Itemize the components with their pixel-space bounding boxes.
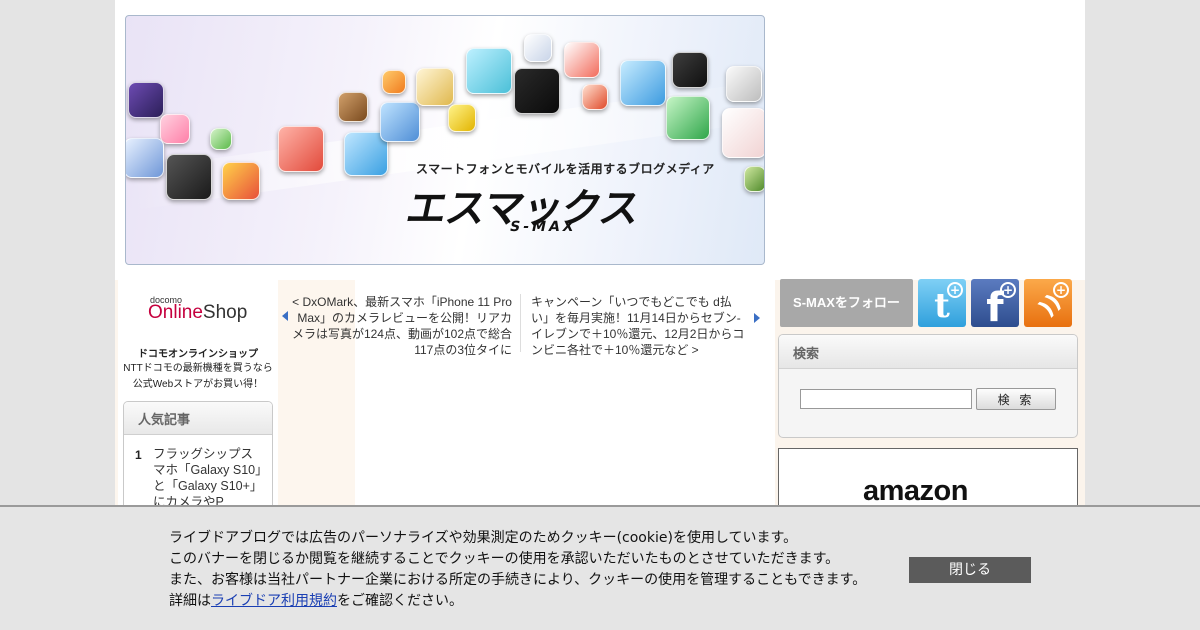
cookie-consent-banner: ライブドアブログでは広告のパーソナライズや効果測定のためクッキー(cookie)… (0, 505, 1200, 630)
app-icon-mail (126, 138, 164, 178)
docomo-promo-title[interactable]: ドコモオンラインショップ (118, 345, 278, 360)
search-widget: 検索 検 索 (778, 334, 1078, 438)
app-icon-leaf (744, 166, 764, 192)
app-icon-heart (722, 108, 764, 158)
popular-articles-heading: 人気記事 (124, 402, 272, 435)
app-icon-calendar (278, 126, 324, 172)
app-icon-sleep (672, 52, 708, 88)
app-icon-camera (726, 66, 762, 102)
banner-tagline: スマートフォンとモバイルを活用するブログメディア (416, 162, 715, 176)
plus-icon: + (1053, 282, 1069, 298)
docomo-promo-line: 公式Webストアがお買い得！ (132, 379, 264, 390)
search-heading: 検索 (779, 335, 1077, 369)
cookie-close-button[interactable]: 閉じる (909, 557, 1031, 583)
app-icon-wisdom (416, 68, 454, 106)
terms-of-service-link[interactable]: ライブドア利用規約 (211, 593, 337, 609)
app-icon-bird (582, 84, 608, 110)
app-icon-dots (166, 154, 212, 200)
popular-article-rank: 1 (135, 448, 142, 462)
app-icon-orange (382, 70, 406, 94)
app-icon-cube (222, 162, 260, 200)
cookie-line: 詳細はライブドア利用規約をご確認ください。 (169, 591, 889, 612)
app-icon-screen (666, 96, 710, 140)
app-icon-drum (564, 42, 600, 78)
app-icon-boy (380, 102, 420, 142)
site-header-banner[interactable]: スマートフォンとモバイルを活用するブログメディア エスマックス S-MAX (125, 15, 765, 265)
docomo-promo-text: NTTドコモの最新機種を買うなら 公式Webストアがお買い得！ (118, 361, 278, 393)
app-icon-pink (160, 114, 190, 144)
app-icon-green-small (210, 128, 232, 150)
app-icon-xe (128, 82, 164, 118)
popular-article-link[interactable]: フラッグシップスマホ「Galaxy S10」と「Galaxy S10+」にカメラ… (153, 446, 265, 510)
docomo-shop-wordmark: OnlineShop (148, 302, 247, 324)
popular-articles-widget: 人気記事 1 フラッグシップスマホ「Galaxy S10」と「Galaxy S1… (123, 401, 273, 521)
site-sublogo: S-MAX (508, 219, 579, 235)
twitter-follow-button[interactable]: t + (918, 279, 966, 327)
plus-icon: + (1000, 282, 1016, 298)
facebook-follow-button[interactable]: f + (971, 279, 1019, 327)
next-article-link[interactable]: キャンペーン「いつでもどこでも d払い」を毎月実施！11月14日からセブン‐イレ… (531, 294, 749, 358)
plus-icon: + (947, 282, 963, 298)
next-arrow-icon[interactable] (754, 313, 760, 323)
app-icon-wood (338, 92, 368, 122)
nav-divider (520, 294, 521, 352)
search-button[interactable]: 検 索 (976, 388, 1056, 410)
cookie-message: ライブドアブログでは広告のパーソナライズや効果測定のためクッキー(cookie)… (169, 528, 889, 612)
search-input[interactable] (800, 389, 972, 409)
cookie-line: このバナーを閉じるか閲覧を継続することでクッキーの使用を承認いただいたものとさせ… (169, 551, 840, 567)
docomo-online-text: Online (148, 302, 203, 323)
rss-follow-button[interactable]: )) + (1024, 279, 1072, 327)
prev-article-link[interactable]: < DxOMark、最新スマホ「iPhone 11 Pro Max」のカメラレビ… (291, 294, 512, 358)
amazon-logo: amazon (863, 475, 968, 507)
app-icon-smile (466, 48, 512, 94)
app-icon-yellow (448, 104, 476, 132)
app-icon-golf (620, 60, 666, 106)
app-icon-weather (514, 68, 560, 114)
cookie-line: ライブドアブログでは広告のパーソナライズや効果測定のためクッキー(cookie)… (169, 530, 798, 546)
prev-arrow-icon[interactable] (282, 311, 288, 321)
cookie-details-prefix: 詳細は (169, 593, 211, 609)
follow-smax-button[interactable]: S-MAXをフォロー (780, 279, 913, 327)
docomo-shop-text: Shop (202, 302, 248, 323)
docomo-promo-line: NTTドコモの最新機種を買うなら (123, 363, 273, 374)
app-icon-check (524, 34, 552, 62)
cookie-line: また、お客様は当社パートナー企業における所定の手続きにより、クッキーの使用を管理… (169, 572, 867, 588)
cookie-details-suffix: をご確認ください。 (337, 593, 463, 609)
